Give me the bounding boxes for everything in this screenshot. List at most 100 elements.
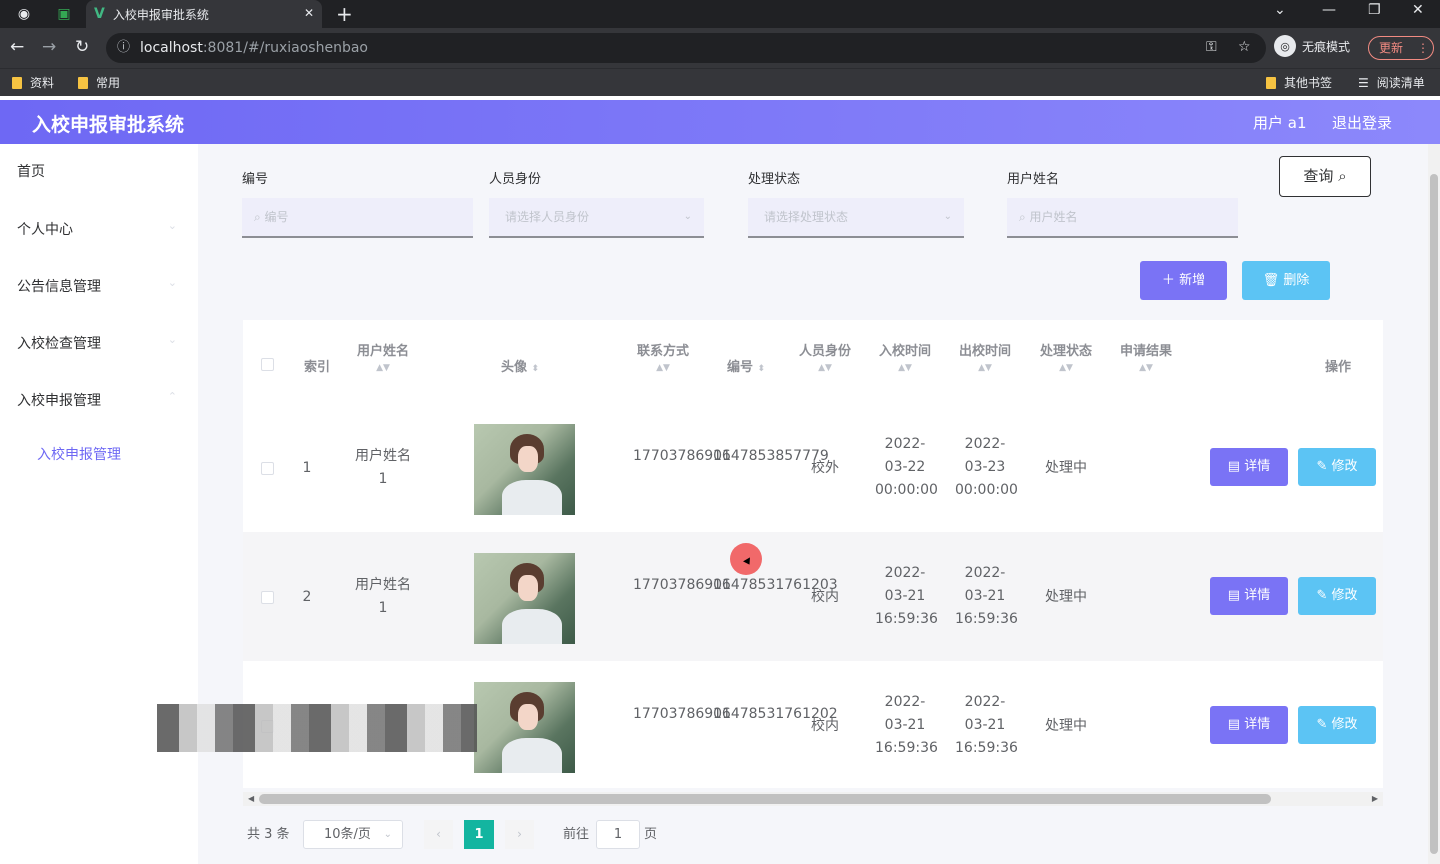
- sort-icon[interactable]: ▲▼: [793, 363, 857, 373]
- sort-icon[interactable]: ▲▼: [953, 363, 1017, 373]
- prev-page-button[interactable]: ‹: [424, 820, 453, 849]
- username-input[interactable]: ⌕ 用户姓名: [1007, 198, 1238, 238]
- minimize-icon[interactable]: —: [1322, 2, 1336, 18]
- sheets-icon[interactable]: ▣: [54, 4, 74, 24]
- edit-label: 修改: [1331, 459, 1358, 474]
- sort-icon[interactable]: ▲▼: [346, 363, 420, 373]
- reload-icon[interactable]: ↻: [75, 37, 89, 57]
- row-index: 2: [302, 589, 312, 605]
- horizontal-scrollbar[interactable]: ◀ ▶: [243, 792, 1383, 806]
- bookmark-label: 资料: [30, 76, 55, 90]
- goto-suffix: 页: [644, 827, 658, 842]
- browser-tab[interactable]: V 入校申报审批系统 ✕: [86, 0, 322, 28]
- sort-icon[interactable]: ⬍: [758, 364, 766, 374]
- scrollbar-thumb[interactable]: [1430, 174, 1438, 854]
- bookmark-folder[interactable]: 常用: [78, 74, 120, 91]
- scrollbar-thumb[interactable]: [259, 794, 1271, 804]
- sidebar-item-notices[interactable]: 公告信息管理 ⌄: [17, 276, 187, 296]
- query-button[interactable]: 查询 ⌕: [1279, 156, 1371, 197]
- edit-button[interactable]: ✎ 修改: [1298, 706, 1376, 744]
- next-page-button[interactable]: ›: [505, 820, 534, 849]
- code-input[interactable]: ⌕ 编号: [242, 198, 473, 238]
- header-contact[interactable]: 联系方式 ▲▼: [626, 340, 700, 373]
- detail-button[interactable]: ▤ 详情: [1210, 448, 1288, 486]
- edit-button[interactable]: ✎ 修改: [1298, 577, 1376, 615]
- cursor-indicator: [730, 543, 762, 575]
- other-bookmarks[interactable]: 其他书签: [1266, 74, 1332, 91]
- new-tab-icon[interactable]: +: [336, 2, 353, 26]
- filter-label-code: 编号: [242, 172, 269, 187]
- detail-button[interactable]: ▤ 详情: [1210, 706, 1288, 744]
- status-placeholder: 请选择处理状态: [764, 210, 849, 224]
- sidebar-item-label: 首页: [17, 164, 45, 180]
- sort-icon[interactable]: ▲▼: [873, 363, 937, 373]
- row-contact: 17703786901: [633, 577, 731, 593]
- document-icon: ▤: [1227, 588, 1241, 603]
- goto-page-input[interactable]: 1: [596, 820, 640, 849]
- header-in-time[interactable]: 入校时间 ▲▼: [873, 340, 937, 373]
- select-all-checkbox[interactable]: [261, 358, 274, 371]
- detail-button[interactable]: ▤ 详情: [1210, 577, 1288, 615]
- chevron-down-icon: ⌄: [167, 276, 177, 289]
- chevron-down-icon: ⌄: [167, 333, 177, 346]
- sidebar-item-home[interactable]: 首页: [17, 161, 187, 181]
- edit-button[interactable]: ✎ 修改: [1298, 448, 1376, 486]
- row-checkbox[interactable]: [261, 591, 274, 604]
- header-identity[interactable]: 人员身份 ▲▼: [793, 340, 857, 373]
- incognito-icon: ◎: [1274, 35, 1296, 57]
- restore-icon[interactable]: ❐: [1368, 2, 1381, 18]
- close-window-icon[interactable]: ✕: [1412, 2, 1424, 18]
- key-icon[interactable]: ⚿: [1206, 39, 1217, 55]
- incognito-indicator[interactable]: ◎ 无痕模式: [1274, 35, 1350, 57]
- add-button[interactable]: ＋ 新增: [1140, 261, 1227, 300]
- identity-select[interactable]: 请选择人员身份 ⌄: [489, 198, 704, 238]
- row-contact: 17703786901: [633, 706, 731, 722]
- header-out-time[interactable]: 出校时间 ▲▼: [953, 340, 1017, 373]
- table-row: 1 用户姓名1 17703786901 1647853857779 校外 202…: [243, 403, 1383, 532]
- back-icon[interactable]: ←: [10, 37, 24, 57]
- info-icon[interactable]: ⓘ: [117, 33, 130, 63]
- reading-list[interactable]: ☰ 阅读清单: [1358, 74, 1425, 91]
- header-status[interactable]: 处理状态 ▲▼: [1034, 340, 1098, 373]
- avatar: [474, 682, 575, 773]
- chevron-down-icon[interactable]: ⌄: [1274, 2, 1286, 18]
- bookmark-folder[interactable]: 资料: [12, 74, 54, 91]
- sidebar-item-label: 入校检查管理: [17, 336, 101, 352]
- header-result[interactable]: 申请结果 ▲▼: [1114, 340, 1178, 373]
- sort-icon[interactable]: ▲▼: [1034, 363, 1098, 373]
- sort-icon[interactable]: ⬍: [532, 364, 540, 374]
- trash-icon: 🗑: [1262, 273, 1280, 288]
- chevron-up-icon: ⌃: [167, 390, 177, 403]
- url-input[interactable]: ⓘ localhost:8081/#/ruxiaoshenbao: [106, 33, 1266, 63]
- scroll-right-icon[interactable]: ▶: [1372, 792, 1378, 806]
- chevron-down-icon: ⌄: [943, 211, 952, 222]
- header-label: 处理状态: [1039, 344, 1092, 359]
- update-button[interactable]: 更新 ⋮: [1368, 36, 1434, 60]
- sidebar-item-declarations[interactable]: 入校申报管理 ⌃: [17, 390, 187, 410]
- row-identity: 校外: [811, 460, 839, 476]
- status-select[interactable]: 请选择处理状态 ⌄: [748, 198, 964, 238]
- vertical-scrollbar[interactable]: [1428, 144, 1440, 864]
- logout-button[interactable]: 退出登录: [1332, 112, 1392, 133]
- query-label: 查询: [1303, 167, 1334, 185]
- star-icon[interactable]: ☆: [1238, 39, 1251, 55]
- delete-button[interactable]: 🗑 删除: [1242, 261, 1330, 300]
- header-code[interactable]: 编号 ⬍: [711, 356, 781, 375]
- header-index: 索引: [303, 360, 330, 375]
- forward-icon[interactable]: →: [42, 37, 56, 57]
- goto-prefix: 前往: [563, 827, 590, 842]
- sidebar-item-profile[interactable]: 个人中心 ⌄: [17, 219, 187, 239]
- sidebar-subitem-declarations[interactable]: 入校申报管理: [37, 444, 121, 464]
- scroll-left-icon[interactable]: ◀: [248, 792, 254, 806]
- header-username[interactable]: 用户姓名 ▲▼: [346, 340, 420, 373]
- sidebar-item-checks[interactable]: 入校检查管理 ⌄: [17, 333, 187, 353]
- row-checkbox[interactable]: [261, 462, 274, 475]
- header-avatar[interactable]: 头像 ⬍: [475, 356, 565, 375]
- globe-icon[interactable]: ◉: [14, 4, 34, 24]
- close-tab-icon[interactable]: ✕: [304, 6, 314, 20]
- current-page[interactable]: 1: [464, 820, 494, 849]
- sort-icon[interactable]: ▲▼: [626, 363, 700, 373]
- row-code: 1647853857779: [713, 448, 829, 464]
- sort-icon[interactable]: ▲▼: [1114, 363, 1178, 373]
- page-size-select[interactable]: 10条/页 ⌄: [303, 820, 403, 849]
